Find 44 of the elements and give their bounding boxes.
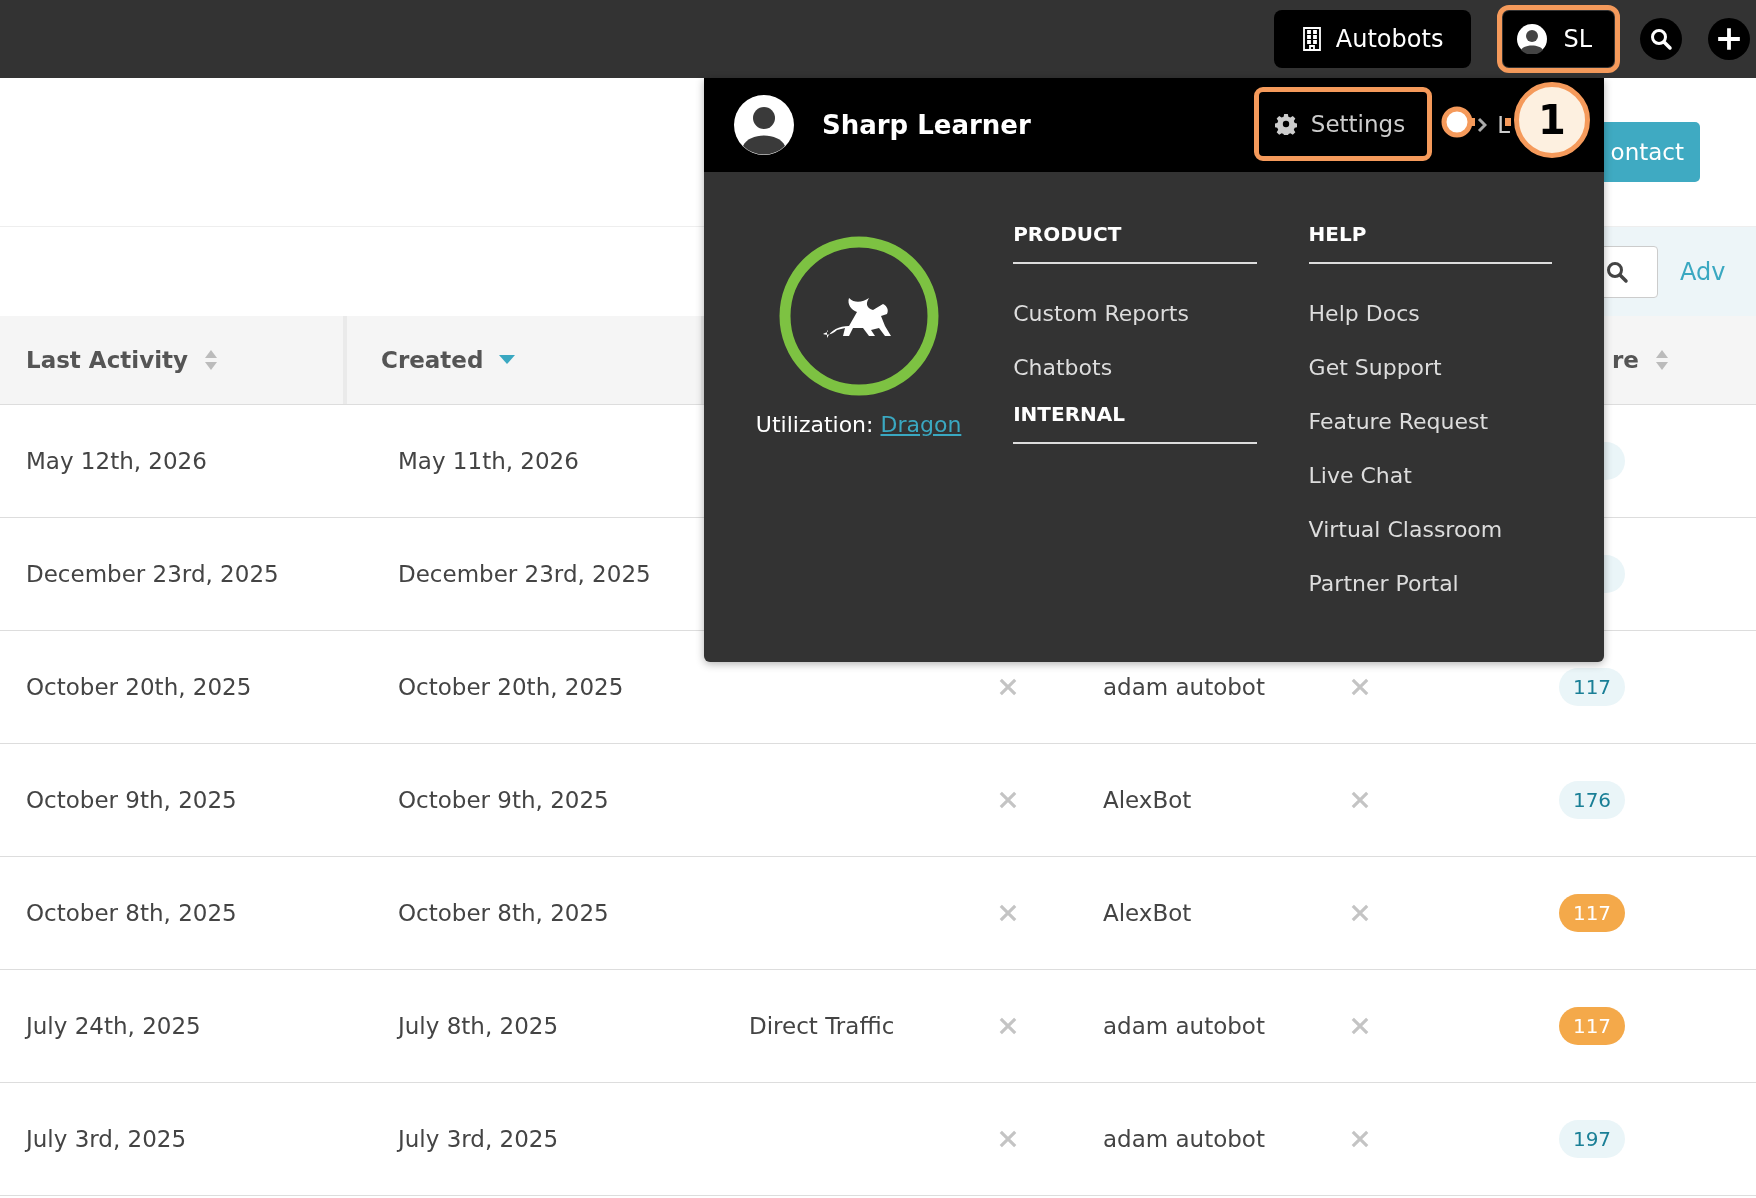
utilization-text: Utilization: Dragon [755, 412, 962, 437]
table-cell: December 23rd, 2025 [398, 561, 651, 587]
table-cell: AlexBot [1103, 787, 1192, 813]
table-cell: July 8th, 2025 [398, 1013, 559, 1039]
score-badge: 197 [1559, 1120, 1625, 1158]
table-cell: adam autobot [1103, 1013, 1265, 1039]
section-heading: PRODUCT [1013, 221, 1123, 248]
section-heading: HELP [1308, 221, 1368, 248]
menu-item[interactable]: Live Chat [1308, 448, 1552, 502]
utilization-link[interactable]: Dragon [880, 412, 962, 437]
logout-link[interactable]: L [1497, 112, 1510, 138]
menu-item[interactable]: Custom Reports [1013, 286, 1257, 340]
score-badge: 117 [1559, 1007, 1625, 1045]
table-cell: October 20th, 2025 [26, 674, 252, 700]
table-cell: December 23rd, 2025 [26, 561, 279, 587]
table-cell: October 9th, 2025 [26, 787, 237, 813]
table-cell: AlexBot [1103, 900, 1192, 926]
table-cell: July 3rd, 2025 [26, 1126, 187, 1152]
menu-item[interactable]: Partner Portal [1308, 556, 1552, 610]
table-cell: July 3rd, 2025 [398, 1126, 559, 1152]
table-cell: July 24th, 2025 [26, 1013, 201, 1039]
workspace-button[interactable]: Autobots [1273, 10, 1472, 68]
table-cell: October 9th, 2025 [398, 787, 609, 813]
table-cell: October 20th, 2025 [398, 674, 624, 700]
score-badge: 176 [1559, 781, 1625, 819]
column-header[interactable]: Last Activity [0, 316, 347, 404]
menu-item[interactable]: Feature Request [1308, 394, 1552, 448]
table-cell: May 12th, 2026 [26, 448, 207, 474]
section-heading: INTERNAL [1013, 401, 1127, 428]
table-cell: May 11th, 2026 [398, 448, 579, 474]
menu-item[interactable]: Virtual Classroom [1308, 502, 1552, 556]
score-badge: 117 [1559, 668, 1625, 706]
table-cell: October 8th, 2025 [398, 900, 609, 926]
table-cell: adam autobot [1103, 1126, 1265, 1152]
table-cell: Direct Traffic [749, 1013, 895, 1039]
menu-item[interactable]: Chatbots [1013, 340, 1257, 394]
settings-button[interactable]: Settings [1254, 88, 1432, 160]
table-cell: adam autobot [1103, 674, 1265, 700]
column-header[interactable]: re [1609, 316, 1669, 404]
menu-item[interactable]: Help Docs [1308, 286, 1552, 340]
user-name: Sharp Learner [822, 110, 1031, 140]
menu-item[interactable]: Get Support [1308, 340, 1552, 394]
score-badge: 117 [1559, 894, 1625, 932]
table-cell: October 8th, 2025 [26, 900, 237, 926]
